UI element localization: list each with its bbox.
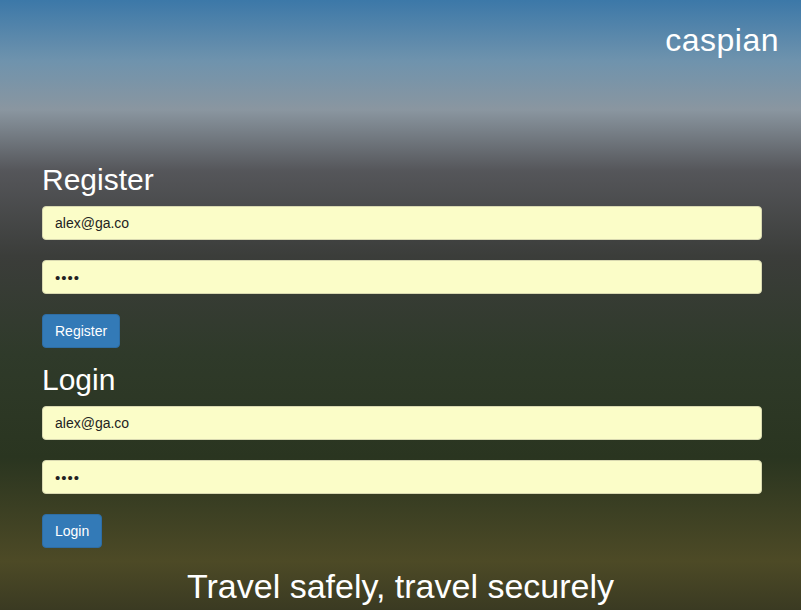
- email-field[interactable]: [42, 206, 762, 240]
- auth-form: Register Register: [42, 162, 762, 348]
- tagline: Travel safely, travel securely: [0, 566, 801, 610]
- password-field[interactable]: [42, 460, 762, 494]
- form-title: Register: [42, 162, 154, 198]
- submit-button[interactable]: Login: [42, 514, 102, 548]
- auth-forms: Register Register Login Login: [0, 58, 762, 548]
- logo[interactable]: caspian: [665, 22, 779, 58]
- submit-button[interactable]: Register: [42, 314, 120, 348]
- background-photo: [0, 0, 801, 610]
- email-field[interactable]: [42, 406, 762, 440]
- form-title: Login: [42, 362, 115, 398]
- password-field[interactable]: [42, 260, 762, 294]
- header: caspian: [0, 0, 801, 58]
- landing-page: caspian Register Register Login Login Travel …: [0, 0, 801, 610]
- auth-form: Login Login: [42, 362, 762, 548]
